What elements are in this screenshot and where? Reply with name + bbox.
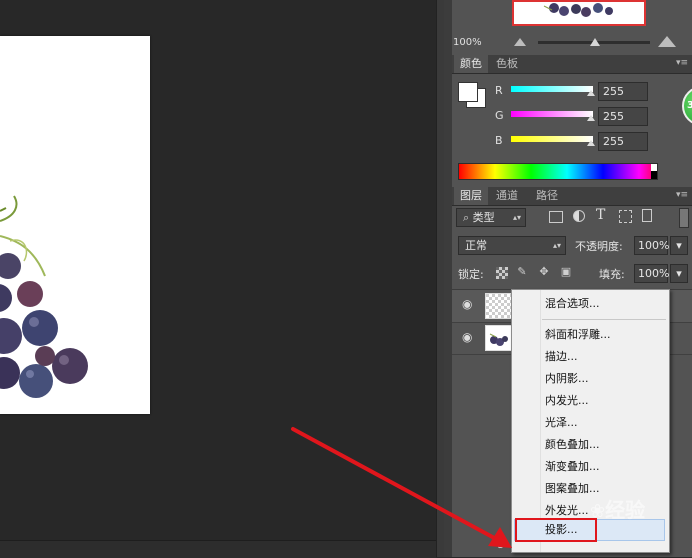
annotation-arrow [291, 427, 512, 548]
